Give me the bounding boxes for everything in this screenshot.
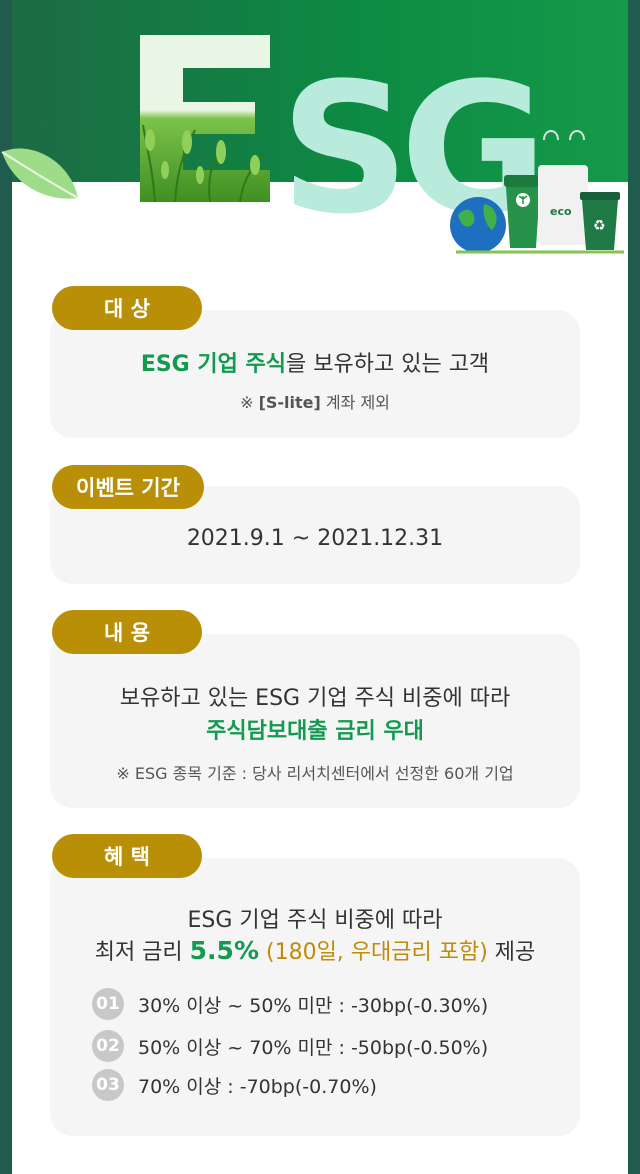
- esg-stock-highlight: ESG 기업 주식: [140, 352, 287, 377]
- right-frame-bar: [628, 0, 640, 1174]
- eco-label: eco: [550, 205, 572, 218]
- letter-e-with-grass: [140, 35, 270, 203]
- period-pill: 이벤트 기간: [52, 465, 204, 509]
- recycle-bin-icon: ♻: [580, 192, 620, 250]
- tier-number-badge: 03: [92, 1069, 124, 1101]
- letter-s: S: [280, 45, 410, 254]
- target-note: ※ [S-lite] 계좌 제외: [240, 393, 390, 412]
- benefit-pill: 혜 택: [52, 834, 202, 878]
- eco-bag-icon: eco: [538, 130, 588, 245]
- eco-illustration: eco ♻: [450, 130, 624, 254]
- target-description: ESG 기업 주식을 보유하고 있는 고객: [140, 352, 490, 377]
- tier-row: 01 30% 이상 ~ 50% 미만 : -30bp(-0.30%): [92, 988, 488, 1020]
- content-pill: 내 용: [52, 610, 202, 654]
- svg-text:♻: ♻: [593, 218, 606, 234]
- tier-number-badge: 02: [92, 1030, 124, 1062]
- content-line2: 주식담보대출 금리 우대: [206, 719, 424, 744]
- content-line1: 보유하고 있는 ESG 기업 주식 비중에 따라: [119, 686, 511, 711]
- benefit-line2: 최저 금리 5.5% (180일, 우대금리 포함) 제공: [94, 936, 536, 965]
- min-rate: 5.5%: [189, 936, 259, 965]
- tumbler-icon: [504, 175, 542, 248]
- page: S G eco ♻ 대 상 ESG 기업 주식을 보유하고 있는 고객 ※ [S…: [0, 0, 640, 1174]
- tier-number-badge: 01: [92, 988, 124, 1020]
- leaf-icon: [1, 148, 79, 199]
- tier-row: 03 70% 이상 : -70bp(-0.70%): [92, 1069, 377, 1101]
- target-pill: 대 상: [52, 286, 202, 330]
- content-note: ※ ESG 종목 기준 : 당사 리서치센터에서 선정한 60개 기업: [116, 764, 514, 783]
- globe-icon: [450, 197, 506, 253]
- benefit-line1: ESG 기업 주식 비중에 따라: [187, 908, 443, 933]
- tier-row: 02 50% 이상 ~ 70% 미만 : -50bp(-0.50%): [92, 1030, 488, 1062]
- rate-condition: (180일, 우대금리 포함): [259, 940, 488, 965]
- event-period: 2021.9.1 ~ 2021.12.31: [186, 526, 444, 551]
